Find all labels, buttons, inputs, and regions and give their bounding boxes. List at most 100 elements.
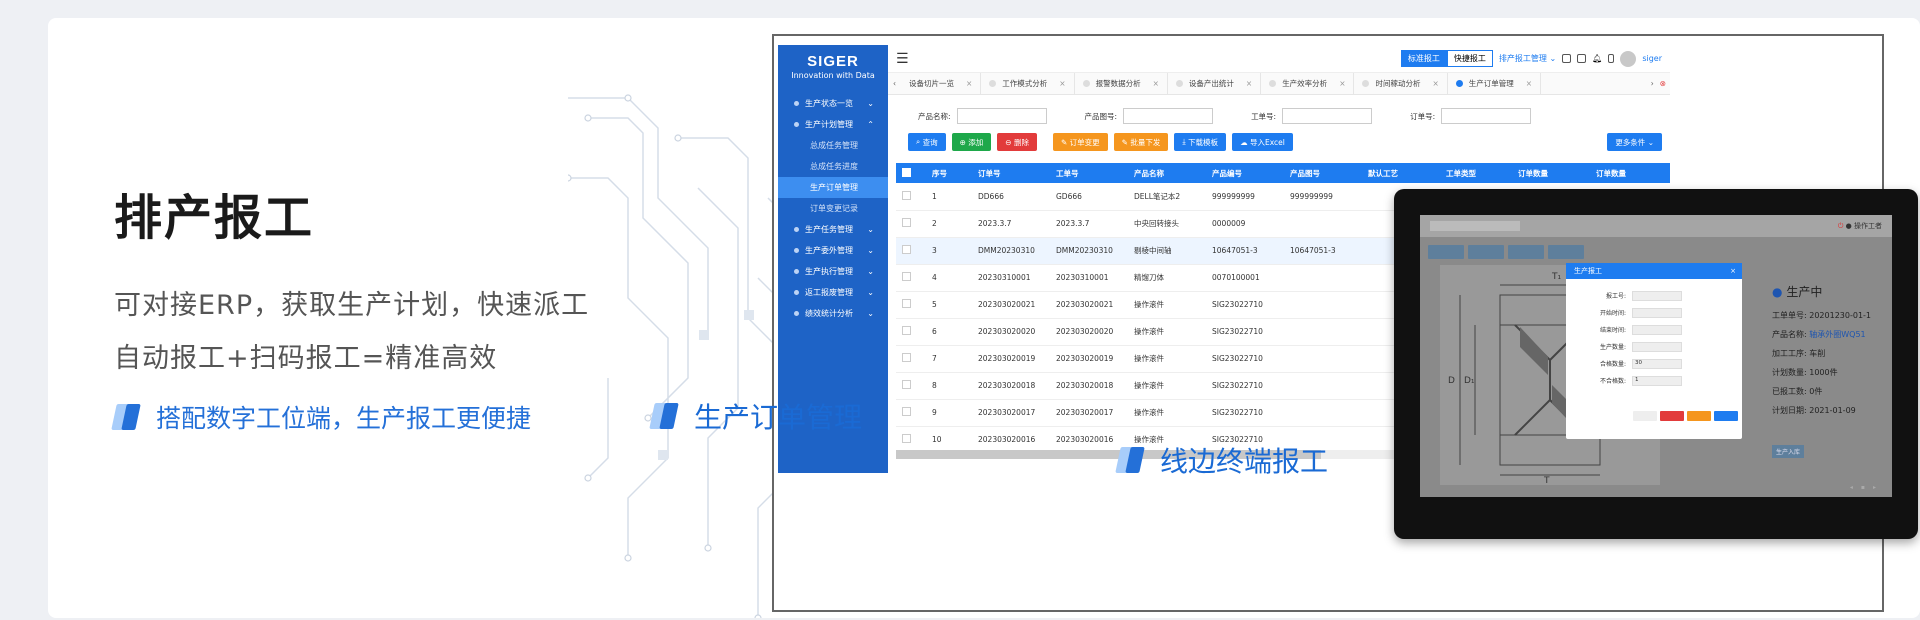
select-all-checkbox-cell[interactable]: [896, 163, 926, 183]
warehouse-in-button[interactable]: 生产入库: [1772, 445, 1805, 458]
tablet-dropdown[interactable]: [1430, 221, 1520, 231]
search-button[interactable]: ⌕ 查询: [908, 133, 946, 151]
close-all-icon[interactable]: ⊗: [1660, 79, 1670, 88]
order-no-input[interactable]: [1441, 108, 1532, 124]
sidebar-subitem-assembly-task[interactable]: 总成任务管理: [778, 135, 888, 156]
checkbox[interactable]: [902, 326, 911, 335]
add-button[interactable]: ⊕ 添加: [951, 133, 992, 151]
column-header[interactable]: 序号: [926, 163, 972, 183]
checkbox[interactable]: [902, 245, 911, 254]
order-change-button[interactable]: ✎ 订单变更: [1052, 133, 1108, 151]
tab-alarm[interactable]: 报警数据分析 ×: [1075, 72, 1168, 95]
close-icon[interactable]: ×: [1339, 79, 1345, 88]
close-icon[interactable]: ×: [1730, 267, 1736, 275]
column-header[interactable]: 工单类型: [1440, 163, 1512, 183]
product-name-input[interactable]: [956, 108, 1047, 124]
checkbox[interactable]: [902, 407, 911, 416]
module-dropdown[interactable]: 排产报工管理 ⌄: [1499, 53, 1556, 64]
tab-work-mode[interactable]: 工作模式分析 ×: [981, 72, 1075, 95]
row-checkbox-cell[interactable]: [896, 237, 926, 265]
download-template-button[interactable]: ⤓ 下载模板: [1174, 133, 1227, 151]
row-checkbox-cell[interactable]: [896, 426, 926, 454]
hamburger-icon[interactable]: ☰: [896, 51, 909, 67]
close-icon[interactable]: ×: [1246, 79, 1252, 88]
checkbox[interactable]: [902, 353, 911, 362]
nav-icon[interactable]: ◂: [1850, 484, 1853, 491]
product-drawing-input[interactable]: [1123, 108, 1214, 124]
confirm-button[interactable]: [1714, 411, 1738, 421]
quick-report-button[interactable]: 快捷报工: [1446, 50, 1493, 67]
tab-device-slice[interactable]: 设备切片一览 ×: [901, 72, 982, 95]
close-icon[interactable]: ×: [1059, 79, 1065, 88]
tablet-toolbar-button[interactable]: [1468, 245, 1504, 259]
column-header[interactable]: 订单数量: [1590, 163, 1670, 183]
sidebar-item-rework[interactable]: 返工报废管理 ⌄: [778, 282, 888, 303]
row-checkbox-cell[interactable]: [896, 210, 926, 238]
row-checkbox-cell[interactable]: [896, 345, 926, 373]
sidebar-item-outsource[interactable]: 生产委外管理 ⌄: [778, 240, 888, 261]
avatar[interactable]: [1620, 50, 1637, 67]
monitor-icon[interactable]: [1577, 54, 1587, 63]
tablet-toolbar-button[interactable]: [1508, 245, 1544, 259]
sidebar-subitem-order-management[interactable]: 生产订单管理: [778, 177, 888, 198]
row-checkbox-cell[interactable]: [896, 372, 926, 400]
cancel-button[interactable]: [1633, 411, 1657, 421]
row-checkbox-cell[interactable]: [896, 291, 926, 319]
sidebar-item-task[interactable]: 生产任务管理 ⌄: [778, 219, 888, 240]
checkbox[interactable]: [902, 272, 911, 281]
column-header[interactable]: 订单数量: [1512, 163, 1590, 183]
chevron-left-icon[interactable]: ‹: [888, 79, 901, 88]
tablet-toolbar-button[interactable]: [1548, 245, 1584, 259]
row-checkbox-cell[interactable]: [896, 183, 926, 211]
column-header[interactable]: 工单号: [1050, 163, 1128, 183]
chevron-right-icon[interactable]: ›: [1645, 79, 1660, 88]
checkbox[interactable]: [902, 190, 911, 200]
column-header[interactable]: 默认工艺: [1362, 163, 1440, 183]
checkbox[interactable]: [902, 167, 911, 177]
tablet-user[interactable]: ⏻ ● 操作工者: [1838, 221, 1882, 231]
sidebar-subitem-order-change-log[interactable]: 订单变更记录: [778, 198, 888, 219]
defect-input[interactable]: 1: [1632, 375, 1682, 386]
standard-report-button[interactable]: 标准报工: [1400, 50, 1447, 67]
close-icon[interactable]: ×: [1526, 79, 1532, 88]
column-header[interactable]: 订单号: [972, 163, 1050, 183]
checkbox[interactable]: [902, 434, 911, 443]
dialog-action-button[interactable]: [1687, 411, 1711, 421]
close-icon[interactable]: ×: [1432, 79, 1438, 88]
end-time-input[interactable]: [1632, 324, 1682, 335]
close-icon[interactable]: ×: [966, 79, 972, 88]
phone-icon[interactable]: [1608, 54, 1615, 63]
start-time-input[interactable]: [1632, 307, 1682, 318]
report-no-input[interactable]: [1632, 290, 1682, 301]
quantity-input[interactable]: [1632, 341, 1682, 352]
sidebar-item-plan[interactable]: 生产计划管理 ⌃: [778, 114, 888, 135]
checkbox[interactable]: [902, 218, 911, 227]
column-header[interactable]: 产品编号: [1206, 163, 1284, 183]
sidebar-item-execution[interactable]: 生产执行管理 ⌄: [778, 261, 888, 282]
import-excel-button[interactable]: ☁ 导入Excel: [1232, 133, 1293, 151]
nav-icon[interactable]: ▸: [1873, 484, 1876, 491]
checkbox[interactable]: [902, 299, 911, 308]
tab-efficiency[interactable]: 生产效率分析 ×: [1261, 72, 1355, 95]
tablet-toolbar-button[interactable]: [1428, 245, 1464, 259]
dialog-action-button[interactable]: [1660, 411, 1684, 421]
work-order-input[interactable]: [1282, 108, 1373, 124]
checkbox[interactable]: [902, 380, 911, 389]
row-checkbox-cell[interactable]: [896, 318, 926, 346]
tab-order-management[interactable]: 生产订单管理 ×: [1448, 72, 1542, 95]
delete-button[interactable]: ⊖ 删除: [997, 133, 1037, 151]
row-checkbox-cell[interactable]: [896, 264, 926, 292]
close-icon[interactable]: ×: [1153, 79, 1159, 88]
user-name[interactable]: siger: [1642, 54, 1662, 63]
sidebar-subitem-assembly-progress[interactable]: 总成任务进度: [778, 156, 888, 177]
sidebar-item-performance[interactable]: 绩效统计分析 ⌄: [778, 303, 888, 324]
sidebar-item-status[interactable]: 生产状态一览 ⌄: [778, 93, 888, 114]
column-header[interactable]: 产品名称: [1128, 163, 1206, 183]
status-value-link[interactable]: 轴承外圈WQ51: [1809, 330, 1865, 339]
bell-icon[interactable]: 🔔︎: [1592, 54, 1602, 63]
batch-dispatch-button[interactable]: ✎ 批量下发: [1113, 133, 1169, 151]
nav-icon[interactable]: ▪: [1861, 484, 1865, 491]
column-header[interactable]: 产品图号: [1284, 163, 1362, 183]
tab-output[interactable]: 设备产出统计 ×: [1168, 72, 1262, 95]
row-checkbox-cell[interactable]: [896, 399, 926, 427]
